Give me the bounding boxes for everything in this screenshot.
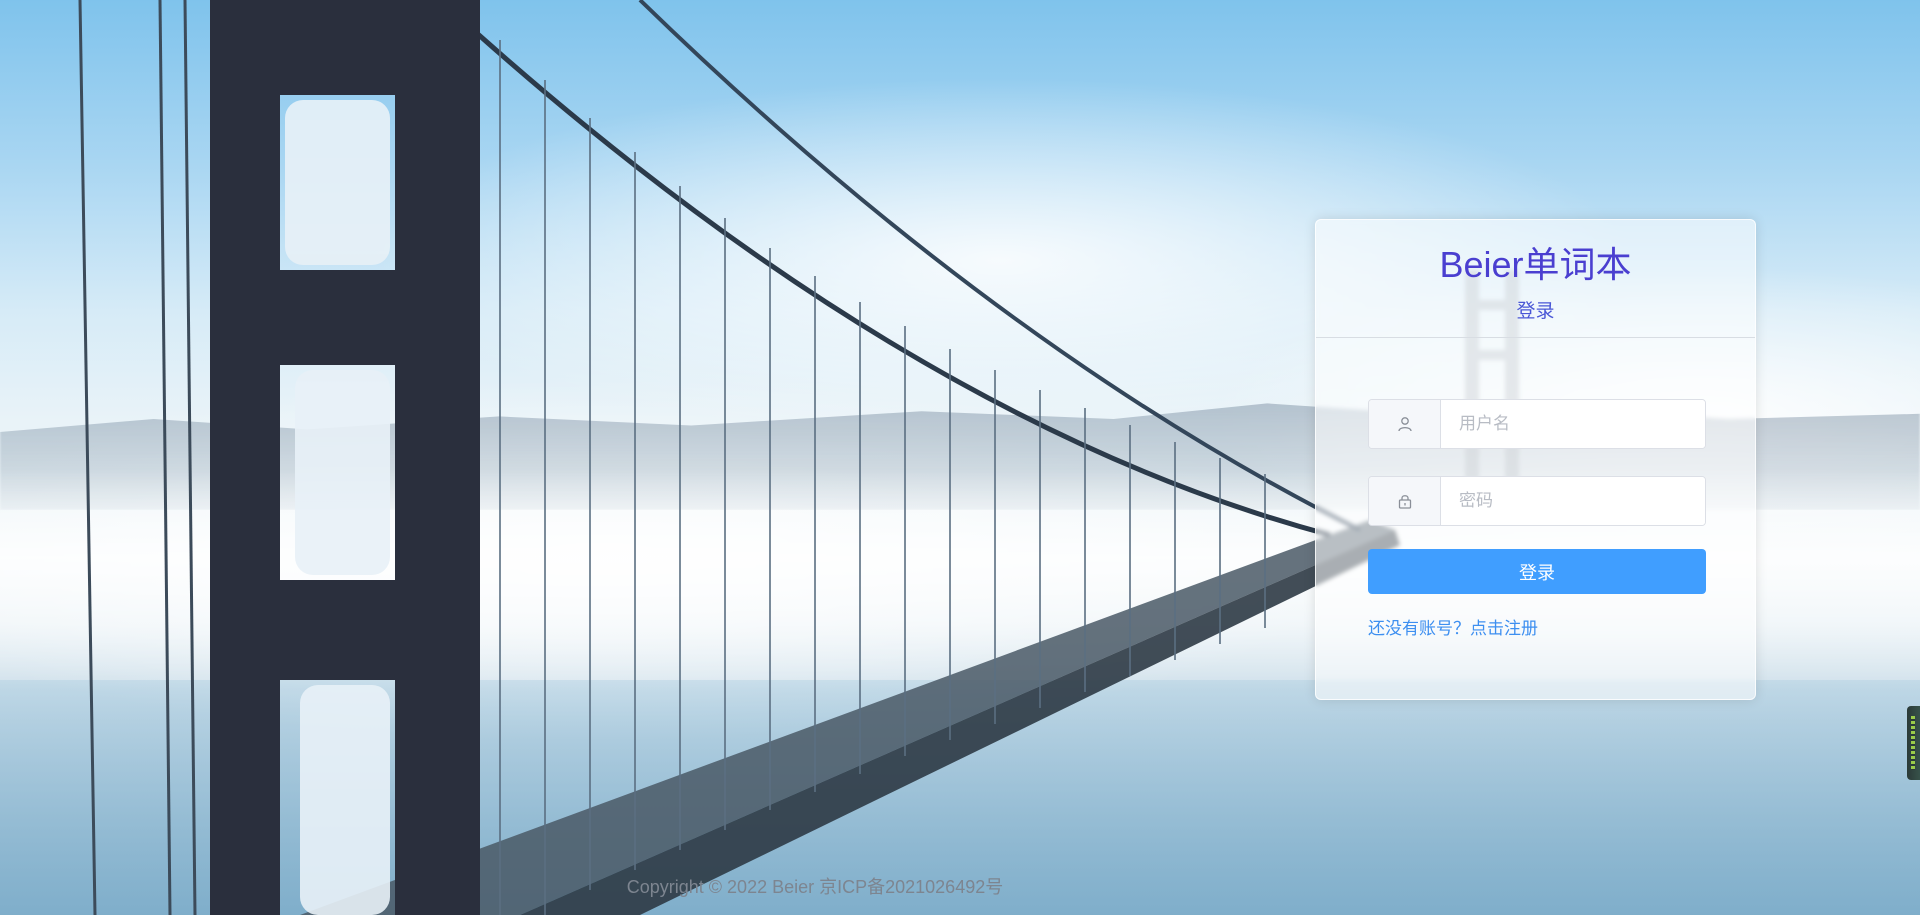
- login-form: 登录 还没有账号？点击注册: [1368, 399, 1706, 639]
- footer: Copyright © 2022 Beier 京ICP备2021026492号: [0, 873, 1920, 899]
- side-widget-bars: [1911, 716, 1915, 770]
- side-widget-handle[interactable]: [1907, 706, 1920, 780]
- password-input[interactable]: [1441, 477, 1705, 525]
- login-card: Beier单词本 登录 登录 还没有账号？点击注册: [1315, 219, 1756, 700]
- login-subtitle: 登录: [1516, 301, 1555, 322]
- lock-icon: [1369, 477, 1441, 525]
- username-input[interactable]: [1441, 400, 1705, 448]
- login-button[interactable]: 登录: [1368, 549, 1706, 594]
- register-link[interactable]: 还没有账号？点击注册: [1368, 614, 1538, 639]
- copyright-text: Copyright © 2022 Beier 京ICP备2021026492号: [626, 877, 1004, 897]
- user-icon: [1369, 400, 1441, 448]
- login-card-header: Beier单词本 登录: [1316, 220, 1755, 338]
- password-field: [1368, 476, 1706, 526]
- app-title: Beier单词本: [1439, 244, 1632, 285]
- username-field: [1368, 399, 1706, 449]
